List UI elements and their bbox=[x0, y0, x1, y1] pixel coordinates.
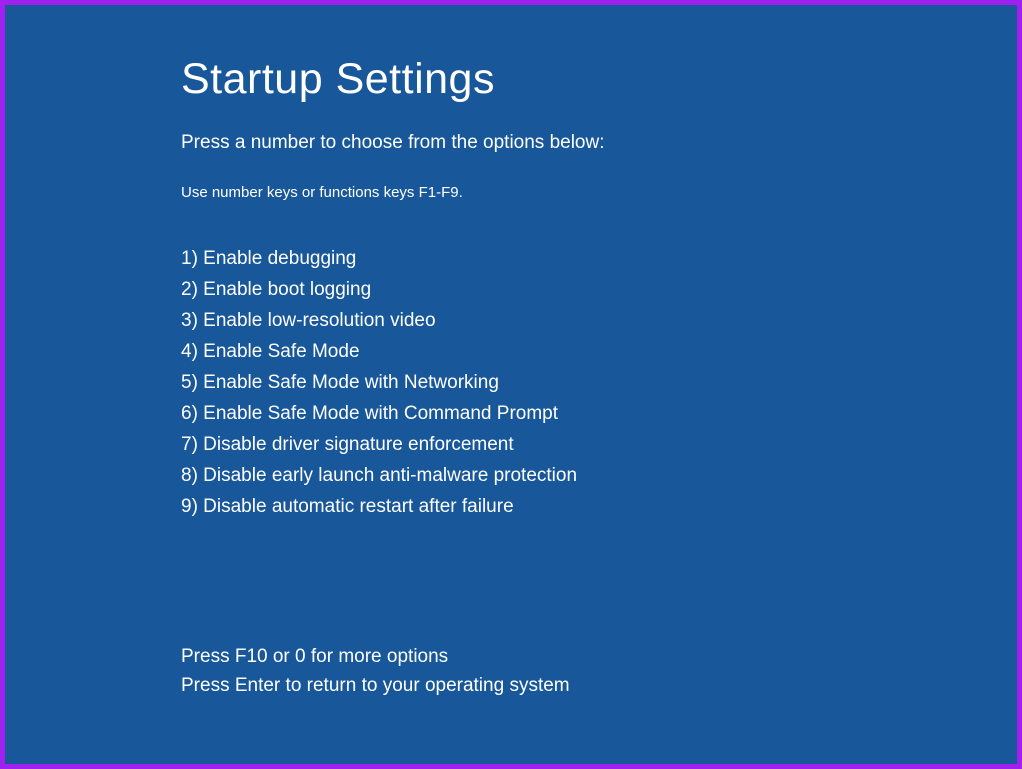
outer-border: Startup Settings Press a number to choos… bbox=[0, 0, 1022, 769]
option-2-enable-boot-logging[interactable]: 2) Enable boot logging bbox=[181, 274, 1017, 305]
subtitle: Press a number to choose from the option… bbox=[181, 132, 1017, 154]
more-options-hint: Press F10 or 0 for more options bbox=[181, 642, 1017, 671]
option-1-enable-debugging[interactable]: 1) Enable debugging bbox=[181, 243, 1017, 274]
option-4-enable-safe-mode[interactable]: 4) Enable Safe Mode bbox=[181, 336, 1017, 367]
hint-text: Use number keys or functions keys F1-F9. bbox=[181, 184, 1017, 201]
options-list: 1) Enable debugging 2) Enable boot loggi… bbox=[181, 243, 1017, 522]
startup-settings-screen: Startup Settings Press a number to choos… bbox=[5, 5, 1017, 764]
page-title: Startup Settings bbox=[181, 55, 1017, 104]
option-7-disable-driver-signature-enforcement[interactable]: 7) Disable driver signature enforcement bbox=[181, 429, 1017, 460]
return-hint: Press Enter to return to your operating … bbox=[181, 671, 1017, 700]
option-6-enable-safe-mode-command-prompt[interactable]: 6) Enable Safe Mode with Command Prompt bbox=[181, 398, 1017, 429]
option-3-enable-low-resolution-video[interactable]: 3) Enable low-resolution video bbox=[181, 305, 1017, 336]
option-8-disable-early-launch-anti-malware[interactable]: 8) Disable early launch anti-malware pro… bbox=[181, 460, 1017, 491]
option-5-enable-safe-mode-networking[interactable]: 5) Enable Safe Mode with Networking bbox=[181, 367, 1017, 398]
option-9-disable-automatic-restart[interactable]: 9) Disable automatic restart after failu… bbox=[181, 491, 1017, 522]
footer-instructions: Press F10 or 0 for more options Press En… bbox=[181, 642, 1017, 700]
